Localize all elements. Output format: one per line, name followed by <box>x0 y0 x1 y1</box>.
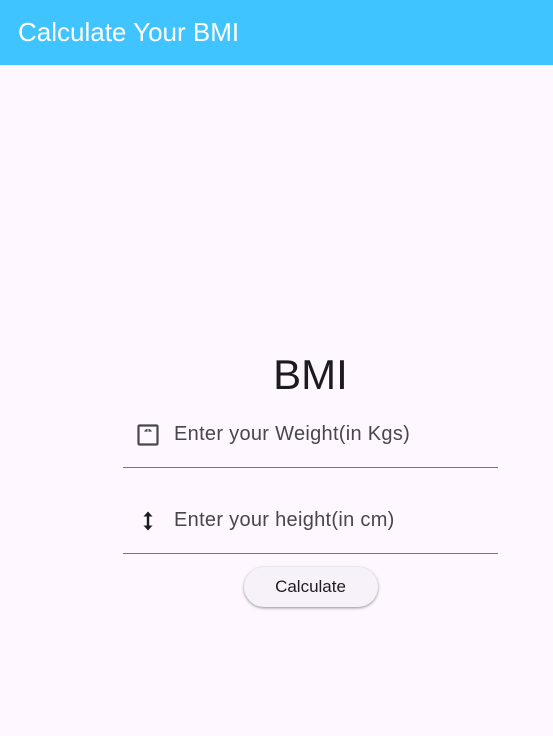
height-field[interactable] <box>123 488 498 554</box>
bmi-form: BMI Calculate <box>123 340 498 607</box>
height-arrow-icon <box>135 508 161 534</box>
page-title: BMI <box>273 351 348 398</box>
height-input[interactable] <box>174 509 474 532</box>
app-bar-title: Calculate Your BMI <box>18 17 240 47</box>
weight-input[interactable] <box>174 423 474 446</box>
app-bar: Calculate Your BMI <box>0 0 553 65</box>
scale-icon <box>135 422 161 448</box>
calculate-button[interactable]: Calculate <box>243 567 378 607</box>
weight-field[interactable] <box>123 402 498 468</box>
button-row: Calculate <box>123 567 498 607</box>
